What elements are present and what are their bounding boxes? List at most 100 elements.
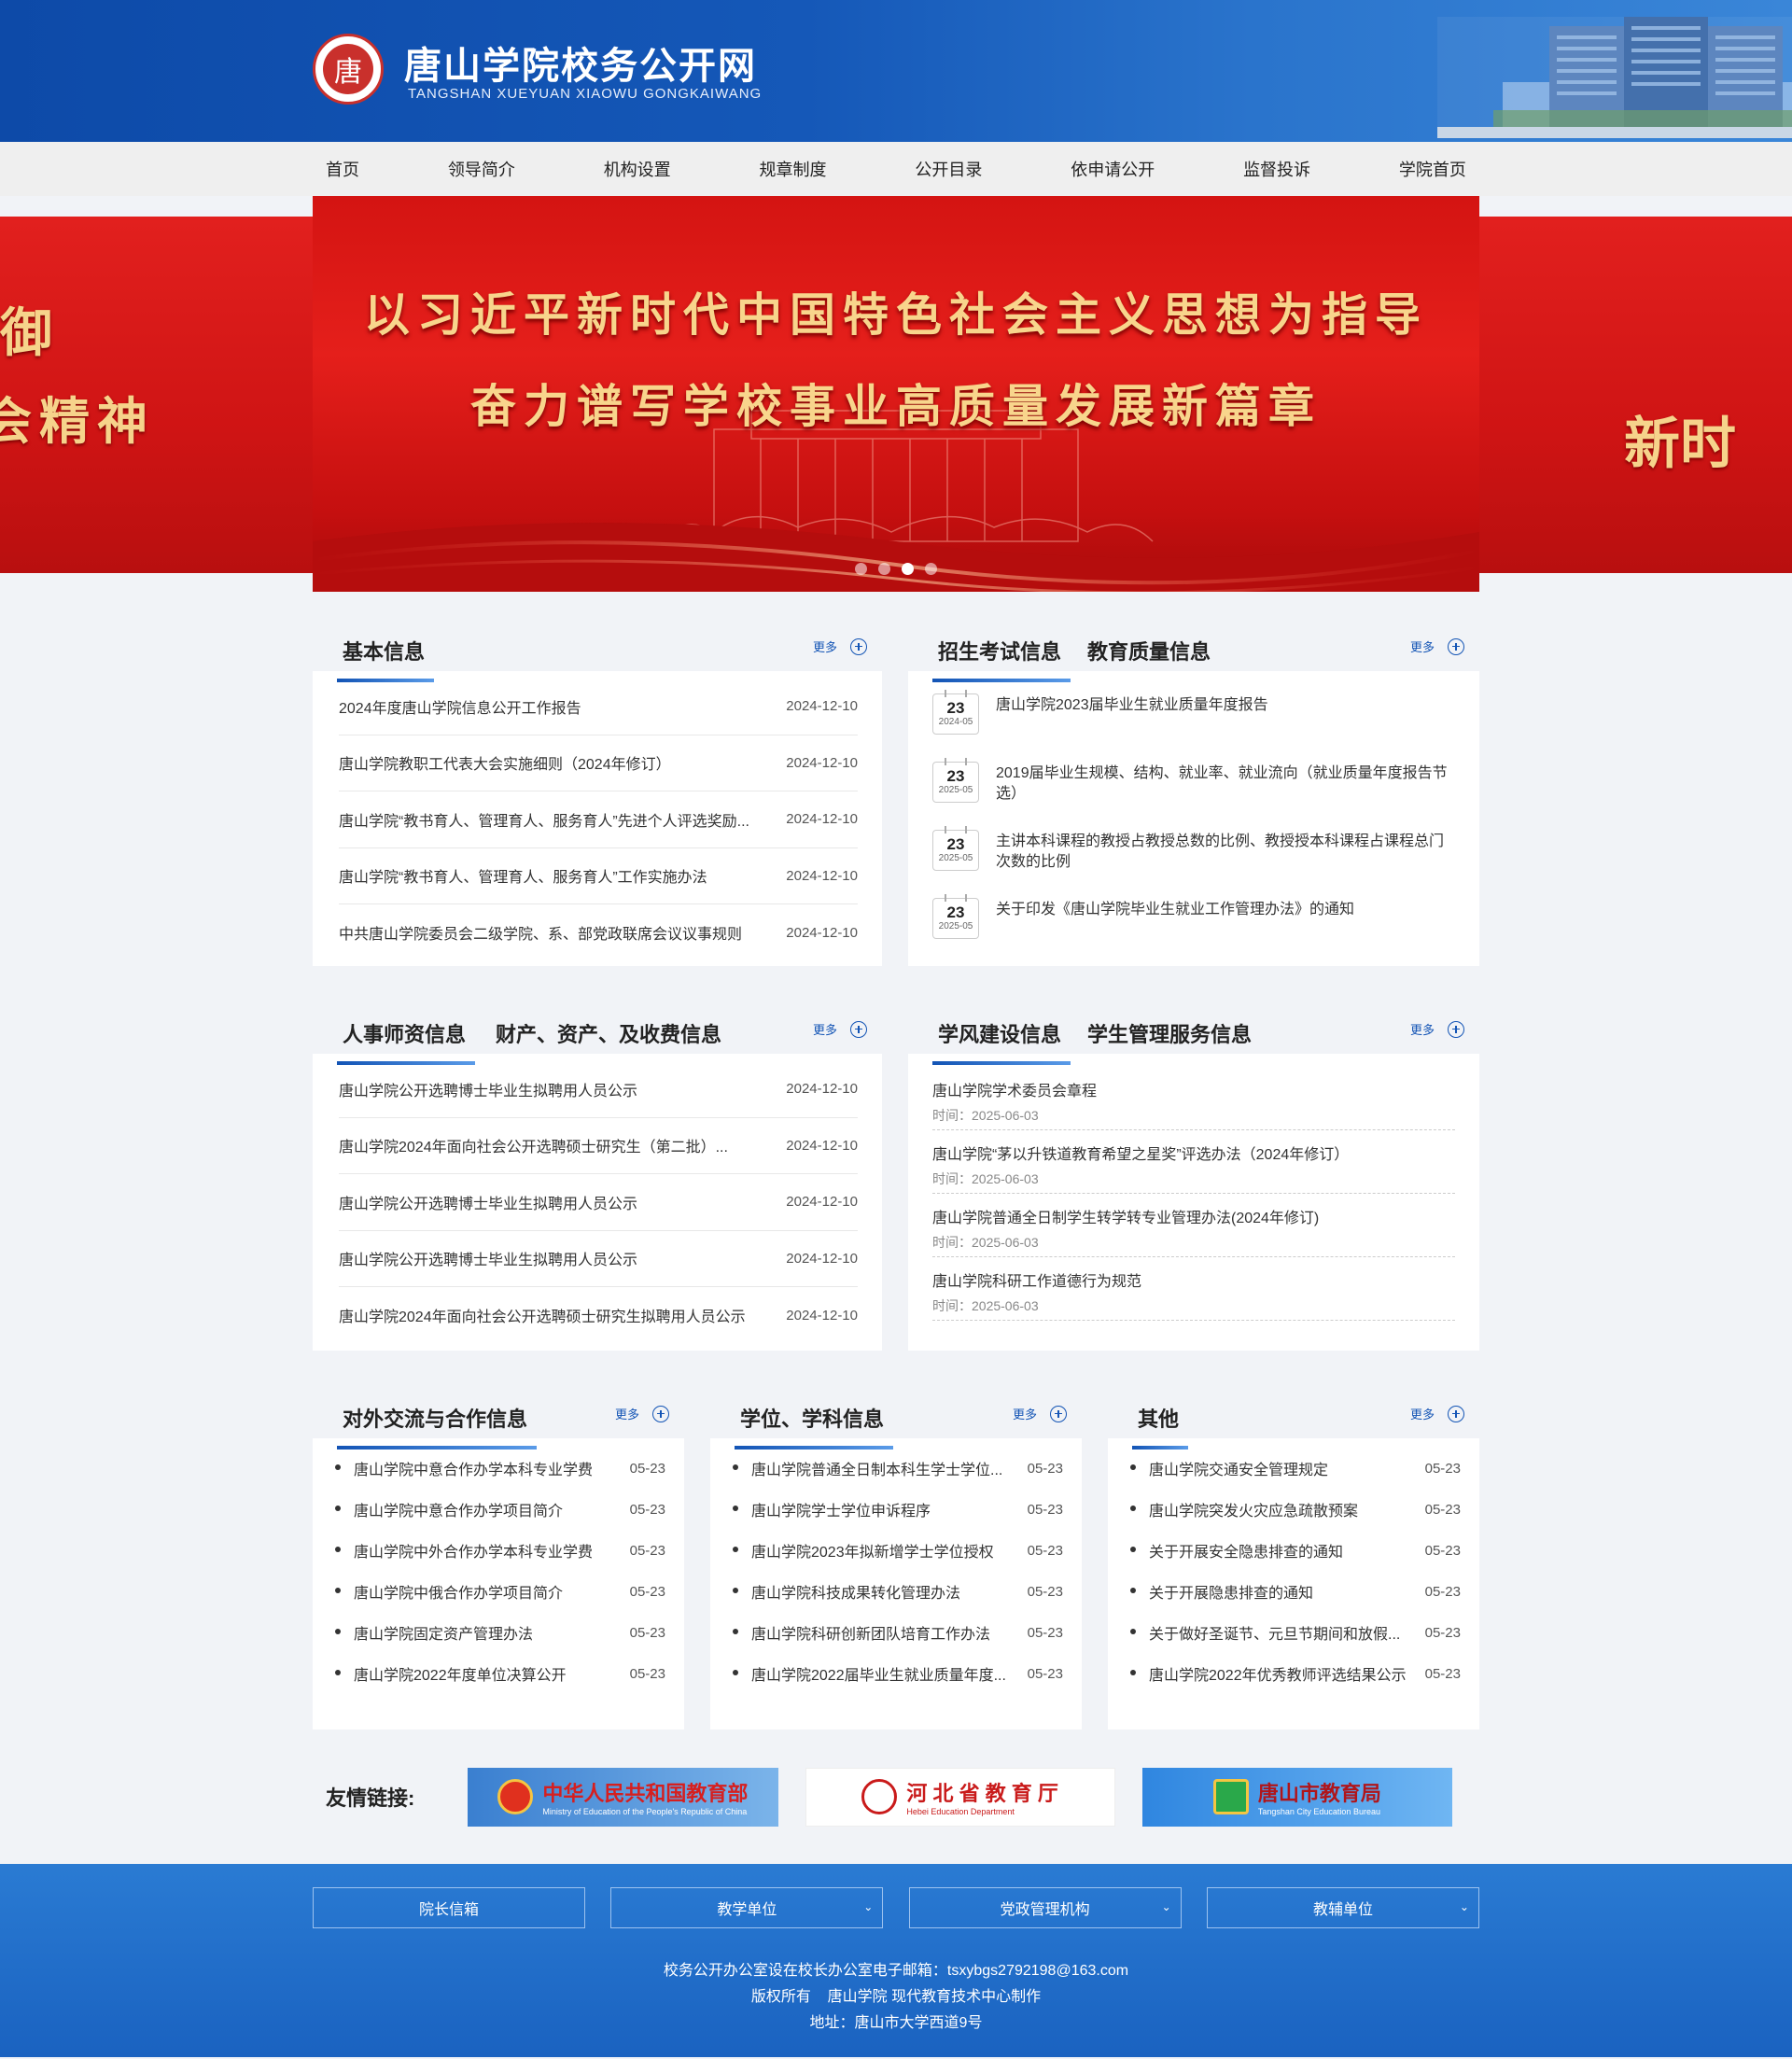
carousel-indicators xyxy=(313,563,1479,575)
list-item[interactable]: 唐山学院“教书育人、管理育人、服务育人”工作实施办法 2024-12-10 xyxy=(339,848,858,904)
tab-study-style[interactable]: 学风建设信息 xyxy=(931,1018,1071,1065)
chevron-down-icon: ⌄ xyxy=(1459,1900,1469,1913)
list-item[interactable]: 唐山学院公开选聘博士毕业生拟聘用人员公示 2024-12-10 xyxy=(339,1174,858,1231)
section-title[interactable]: 其他 xyxy=(1131,1403,1189,1450)
calendar-icon: 23 2025-05 xyxy=(932,826,979,871)
list-item[interactable]: 唐山学院中俄合作办学项目简介 05-23 xyxy=(335,1571,665,1612)
banner-prev-slide[interactable]: 御 会精神 xyxy=(0,217,313,573)
nav-complaint[interactable]: 监督投诉 xyxy=(1243,157,1310,181)
list-item[interactable]: 唐山学院科技成果转化管理办法 05-23 xyxy=(733,1571,1063,1612)
building-image xyxy=(1437,17,1792,138)
plus-circle-icon xyxy=(850,1020,867,1038)
calendar-icon: 23 2024-05 xyxy=(932,690,979,735)
admin-units-select[interactable]: 党政管理机构 ⌄ xyxy=(908,1887,1182,1928)
list-item[interactable]: 唐山学院2022年优秀教师评选结果公示 05-23 xyxy=(1130,1653,1461,1694)
list-item[interactable]: 唐山学院公开选聘博士毕业生拟聘用人员公示 2024-12-10 xyxy=(339,1061,858,1118)
list-item[interactable]: 关于开展安全隐患排查的通知 05-23 xyxy=(1130,1530,1461,1571)
tsjy-logo-icon xyxy=(1212,1779,1249,1814)
site-title: 唐山学院校务公开网 xyxy=(404,44,757,88)
tab-personnel[interactable]: 人事师资信息 xyxy=(336,1018,476,1065)
carousel-dot[interactable] xyxy=(878,563,890,575)
tab-finance[interactable]: 财产、资产、及收费信息 xyxy=(496,1018,721,1061)
list-item[interactable]: 唐山学院交通安全管理规定 05-23 xyxy=(1130,1448,1461,1489)
banner-subheadline: 奋力谱写学校事业高质量发展新篇章 xyxy=(469,379,1322,433)
list-item[interactable]: 唐山学院2023年拟新增学士学位授权 05-23 xyxy=(733,1530,1063,1571)
tab-education-quality[interactable]: 教育质量信息 xyxy=(1087,636,1211,679)
list-item[interactable]: 唐山学院普通全日制学生转学转专业管理办法(2024年修订) 时间：2025-06-… xyxy=(932,1194,1455,1257)
list-item[interactable]: 唐山学院学术委员会章程 时间：2025-06-03 xyxy=(932,1067,1455,1130)
support-units-select[interactable]: 教辅单位 ⌄ xyxy=(1206,1887,1479,1928)
president-mailbox-button[interactable]: 院长信箱 xyxy=(313,1887,585,1928)
banner-carousel: 御 会精神 以习近平新时代中国特色社会主义思想为指导 奋力谱写学校事业高质量发展… xyxy=(0,196,1792,592)
list-item[interactable]: 唐山学院2022年度单位决算公开 05-23 xyxy=(335,1653,665,1694)
personnel-section: 人事师资信息 财产、资产、及收费信息 更多 唐山学院公开选聘博士毕业生拟聘用人员… xyxy=(313,1000,882,1351)
list-item[interactable]: 关于开展隐患排查的通知 05-23 xyxy=(1130,1571,1461,1612)
site-subtitle: TANGSHAN XUEYUAN XIAOWU GONGKAIWANG xyxy=(408,86,763,102)
tab-student-service[interactable]: 学生管理服务信息 xyxy=(1087,1018,1252,1061)
plus-circle-icon xyxy=(1448,1405,1464,1422)
list-item[interactable]: 唐山学院教职工代表大会实施细则（2024年修订） 2024-12-10 xyxy=(339,735,858,791)
list-item[interactable]: 2024年度唐山学院信息公开工作报告 2024-12-10 xyxy=(339,679,858,735)
more-link[interactable]: 更多 xyxy=(1410,1020,1464,1038)
carousel-dot[interactable] xyxy=(855,563,867,575)
degree-section: 学位、学科信息 更多 唐山学院普通全日制本科生学士学位... 05-23 唐山学院… xyxy=(710,1384,1082,1730)
main-nav: 首页 领导简介 机构设置 规章制度 公开目录 依申请公开 监督投诉 学院首页 xyxy=(0,142,1792,196)
list-item[interactable]: 唐山学院公开选聘博士毕业生拟聘用人员公示 2024-12-10 xyxy=(339,1231,858,1287)
footer-address: 地址：唐山市大学西道9号 xyxy=(809,2015,983,2031)
more-link[interactable]: 更多 xyxy=(1410,1405,1464,1422)
tab-admission[interactable]: 招生考试信息 xyxy=(931,636,1071,682)
plus-circle-icon xyxy=(850,637,867,655)
more-link[interactable]: 更多 xyxy=(813,637,867,655)
national-emblem-icon xyxy=(497,1779,534,1814)
list-item[interactable]: 中共唐山学院委员会二级学院、系、部党政联席会议议事规则 2024-12-10 xyxy=(339,904,858,961)
nav-leaders[interactable]: 领导简介 xyxy=(448,157,515,181)
list-item[interactable]: 23 2025-05 主讲本科课程的教授占教授总数的比例、教授授本科课程占课程总门… xyxy=(932,820,1455,889)
nav-application[interactable]: 依申请公开 xyxy=(1071,157,1155,181)
list-item[interactable]: 唐山学院2024年面向社会公开选聘硕士研究生拟聘用人员公示 2024-12-10 xyxy=(339,1287,858,1344)
teaching-units-select[interactable]: 教学单位 ⌄ xyxy=(610,1887,884,1928)
list-item[interactable]: 唐山学院“教书育人、管理育人、服务育人”先进个人评选奖励... 2024-12-1… xyxy=(339,791,858,848)
section-title[interactable]: 基本信息 xyxy=(336,636,435,682)
more-link[interactable]: 更多 xyxy=(1013,1405,1067,1422)
calendar-icon: 23 2025-05 xyxy=(932,758,979,803)
list-item[interactable]: 唐山学院突发火灾应急疏散预案 05-23 xyxy=(1130,1489,1461,1530)
list-item[interactable]: 23 2025-05 关于印发《唐山学院毕业生就业工作管理办法》的通知 xyxy=(932,889,1455,957)
list-item[interactable]: 唐山学院中外合作办学本科专业学费 05-23 xyxy=(335,1530,665,1571)
link-tangshan-education[interactable]: 唐山市教育局 Tangshan City Education Bureau xyxy=(1141,1767,1452,1827)
exchange-section: 对外交流与合作信息 更多 唐山学院中意合作办学本科专业学费 05-23 唐山学院中… xyxy=(313,1384,684,1730)
section-title[interactable]: 学位、学科信息 xyxy=(734,1403,894,1450)
banner-slide-active[interactable]: 以习近平新时代中国特色社会主义思想为指导 奋力谱写学校事业高质量发展新篇章 xyxy=(313,196,1479,592)
link-ministry-of-education[interactable]: 中华人民共和国教育部 Ministry of Education of the P… xyxy=(468,1767,778,1827)
nav-organization[interactable]: 机构设置 xyxy=(604,157,671,181)
section-title[interactable]: 对外交流与合作信息 xyxy=(336,1403,538,1450)
list-item[interactable]: 唐山学院2022届毕业生就业质量年度... 05-23 xyxy=(733,1653,1063,1694)
carousel-dot[interactable] xyxy=(925,563,937,575)
list-item[interactable]: 23 2025-05 2019届毕业生规模、结构、就业率、就业流向（就业质量年度报… xyxy=(932,752,1455,820)
list-item[interactable]: 唐山学院普通全日制本科生学士学位... 05-23 xyxy=(733,1448,1063,1489)
list-item[interactable]: 唐山学院中意合作办学本科专业学费 05-23 xyxy=(335,1448,665,1489)
nav-college-home[interactable]: 学院首页 xyxy=(1399,157,1466,181)
more-link[interactable]: 更多 xyxy=(1410,637,1464,655)
list-item[interactable]: 唐山学院科研创新团队培育工作办法 05-23 xyxy=(733,1612,1063,1653)
friend-links-label: 友情链接: xyxy=(326,1786,415,1810)
friend-links: 友情链接: 中华人民共和国教育部 Ministry of Education of… xyxy=(0,1730,1792,1864)
list-item[interactable]: 23 2024-05 唐山学院2023届毕业生就业质量年度报告 xyxy=(932,684,1455,752)
list-item[interactable]: 唐山学院固定资产管理办法 05-23 xyxy=(335,1612,665,1653)
study-section: 学风建设信息 学生管理服务信息 更多 唐山学院学术委员会章程 时间：2025-06… xyxy=(908,1000,1479,1351)
list-item[interactable]: 唐山学院中意合作办学项目简介 05-23 xyxy=(335,1489,665,1530)
carousel-dot-active[interactable] xyxy=(902,563,914,575)
nav-home[interactable]: 首页 xyxy=(326,157,359,181)
list-item[interactable]: 唐山学院2024年面向社会公开选聘硕士研究生（第二批）... 2024-12-10 xyxy=(339,1118,858,1174)
banner-next-slide[interactable]: 新时 xyxy=(1479,217,1792,573)
list-item[interactable]: 唐山学院科研工作道德行为规范 时间：2025-06-03 xyxy=(932,1257,1455,1321)
list-item[interactable]: 唐山学院学士学位申诉程序 05-23 xyxy=(733,1489,1063,1530)
more-link[interactable]: 更多 xyxy=(813,1020,867,1038)
nav-regulations[interactable]: 规章制度 xyxy=(760,157,827,181)
list-item[interactable]: 关于做好圣诞节、元旦节期间和放假... 05-23 xyxy=(1130,1612,1461,1653)
list-item[interactable]: 唐山学院“茅以升铁道教育希望之星奖”评选办法（2024年修订） 时间：2025-0… xyxy=(932,1130,1455,1194)
nav-catalog[interactable]: 公开目录 xyxy=(915,157,982,181)
university-logo[interactable]: 唐 xyxy=(313,34,384,105)
footer-copyright: 版权所有 唐山学院 现代教育技术中心制作 xyxy=(750,1989,1042,2005)
link-hebei-education[interactable]: 河 北 省 教 育 厅 Hebei Education Department xyxy=(805,1767,1115,1827)
more-link[interactable]: 更多 xyxy=(615,1405,669,1422)
